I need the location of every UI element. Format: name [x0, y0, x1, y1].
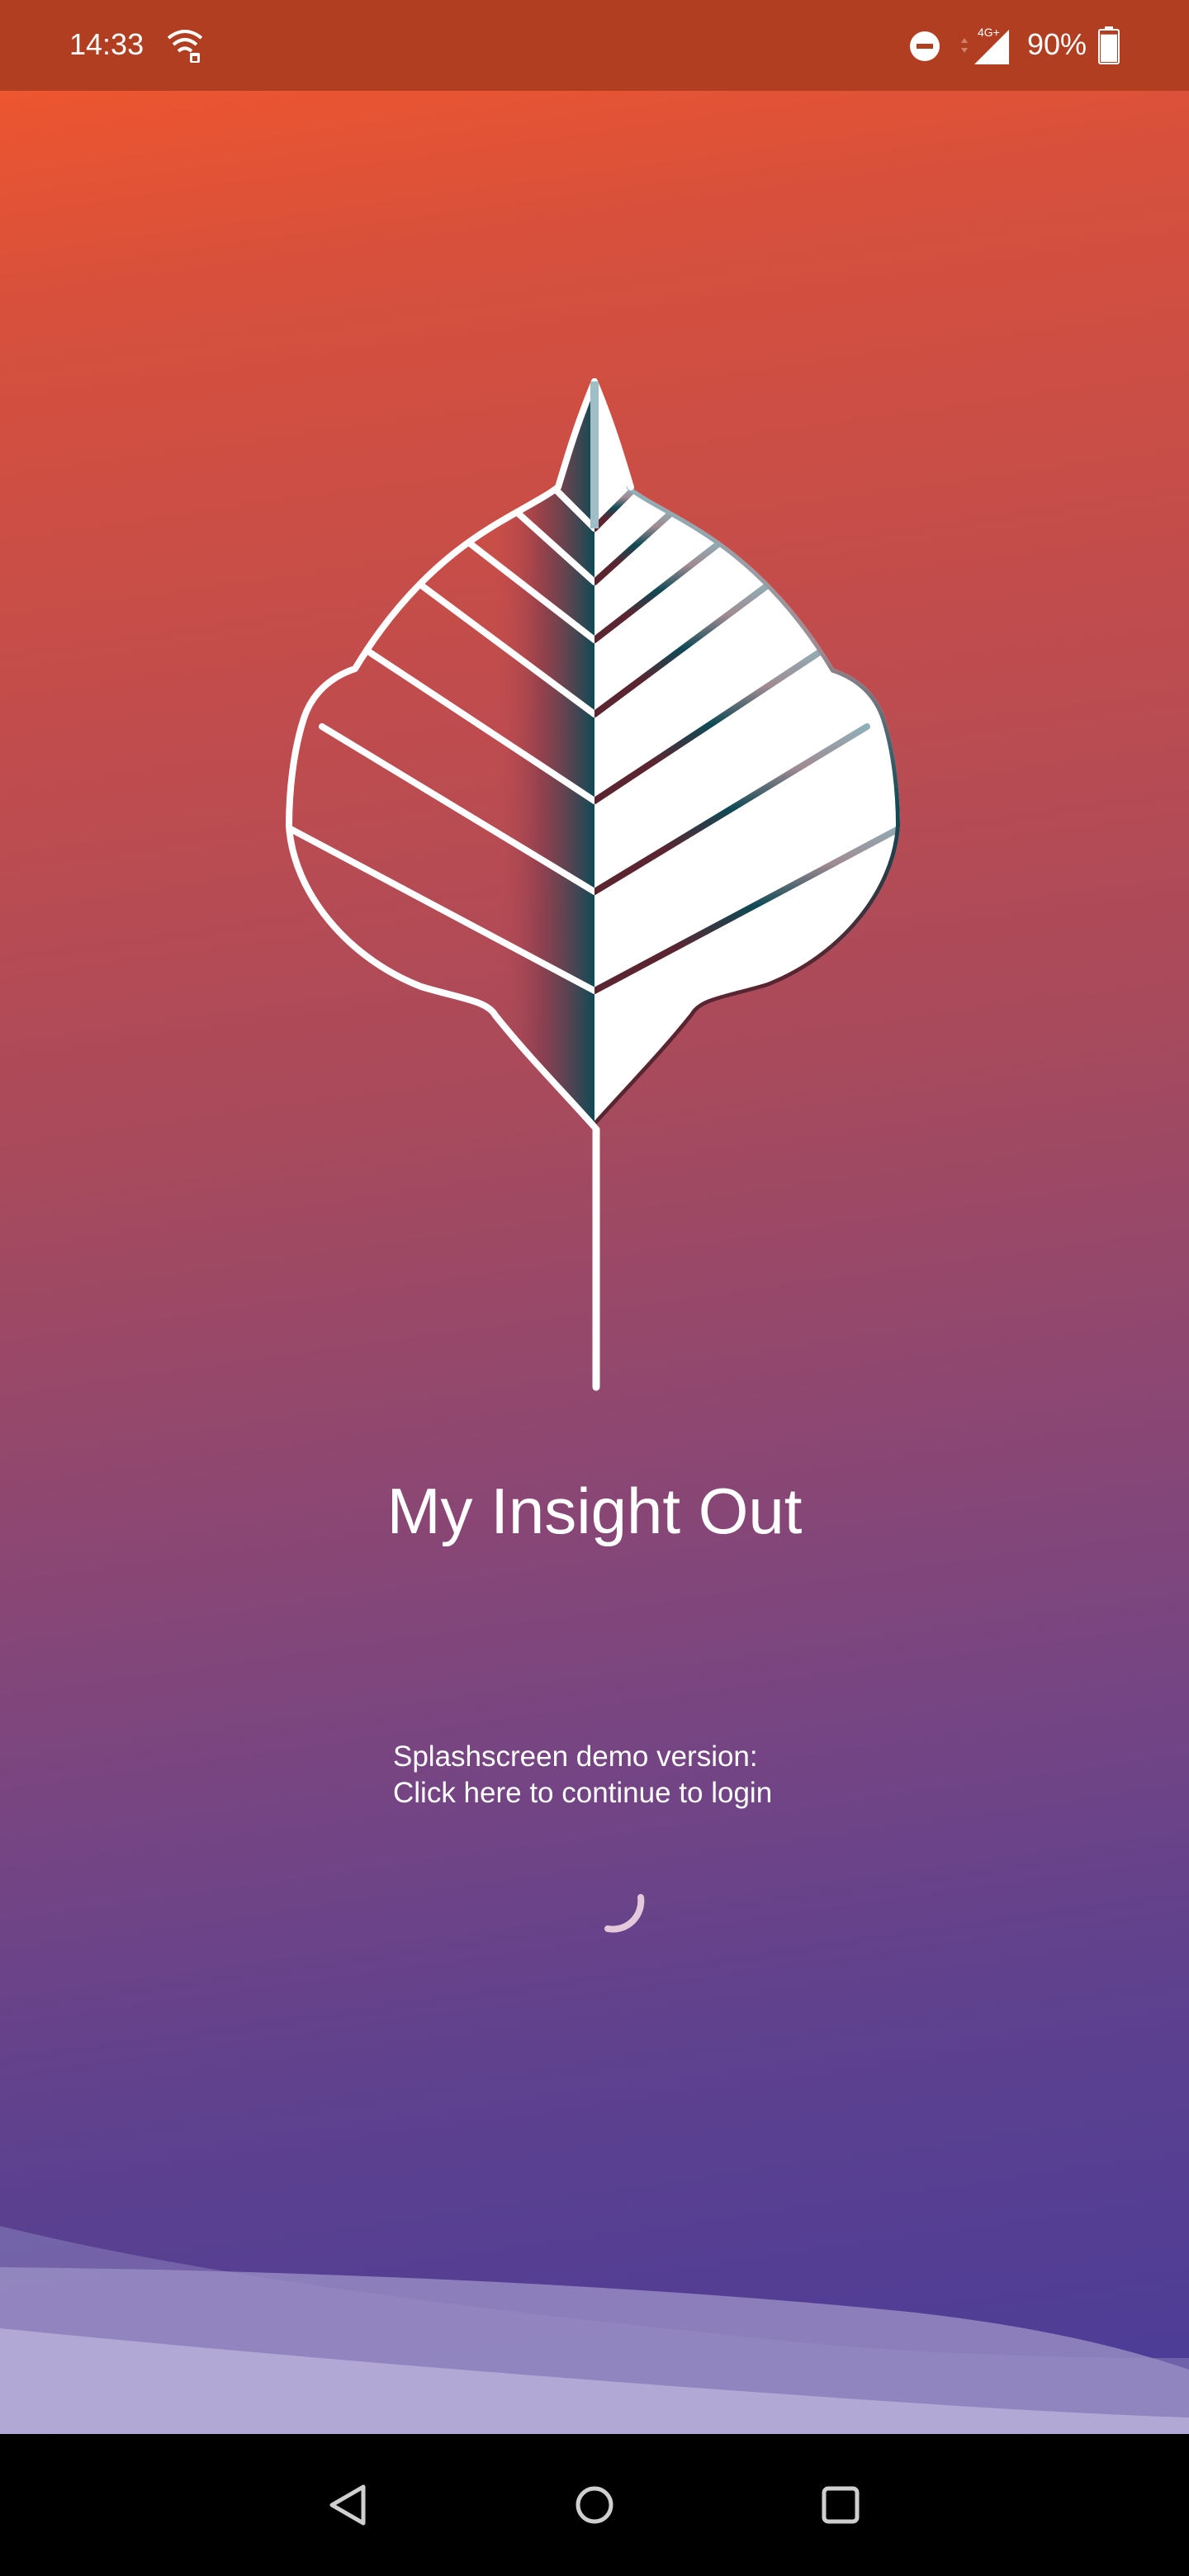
svg-text:4G+: 4G+: [978, 26, 1000, 39]
status-bar: 14:33 4G+ 90%: [0, 0, 1189, 91]
leaf-logo-icon: [286, 378, 900, 1391]
demo-version-label: Splashscreen demo version:: [393, 1740, 758, 1773]
wave-decoration: [0, 2226, 1189, 2434]
battery-icon: [1098, 26, 1120, 64]
splash-screen: 14:33 4G+ 90% My Insight Out Splashscree…: [0, 0, 1189, 2434]
continue-to-login-label: Click here to continue to login: [393, 1777, 773, 1809]
home-icon[interactable]: [561, 2472, 628, 2538]
loading-spinner-icon: [604, 1894, 645, 1933]
do-not-disturb-icon: [910, 31, 940, 61]
continue-to-login-link[interactable]: Splashscreen demo version: Click here to…: [393, 1739, 772, 1811]
cell-signal-icon: 4G+: [961, 26, 1009, 64]
back-icon[interactable]: [315, 2472, 381, 2538]
wifi-icon: [167, 30, 203, 63]
navigation-bar: [0, 2434, 1189, 2576]
app-title: My Insight Out: [386, 1475, 803, 1547]
recents-icon[interactable]: [808, 2472, 874, 2538]
status-time: 14:33: [69, 27, 144, 61]
battery-percent: 90%: [1027, 27, 1087, 61]
